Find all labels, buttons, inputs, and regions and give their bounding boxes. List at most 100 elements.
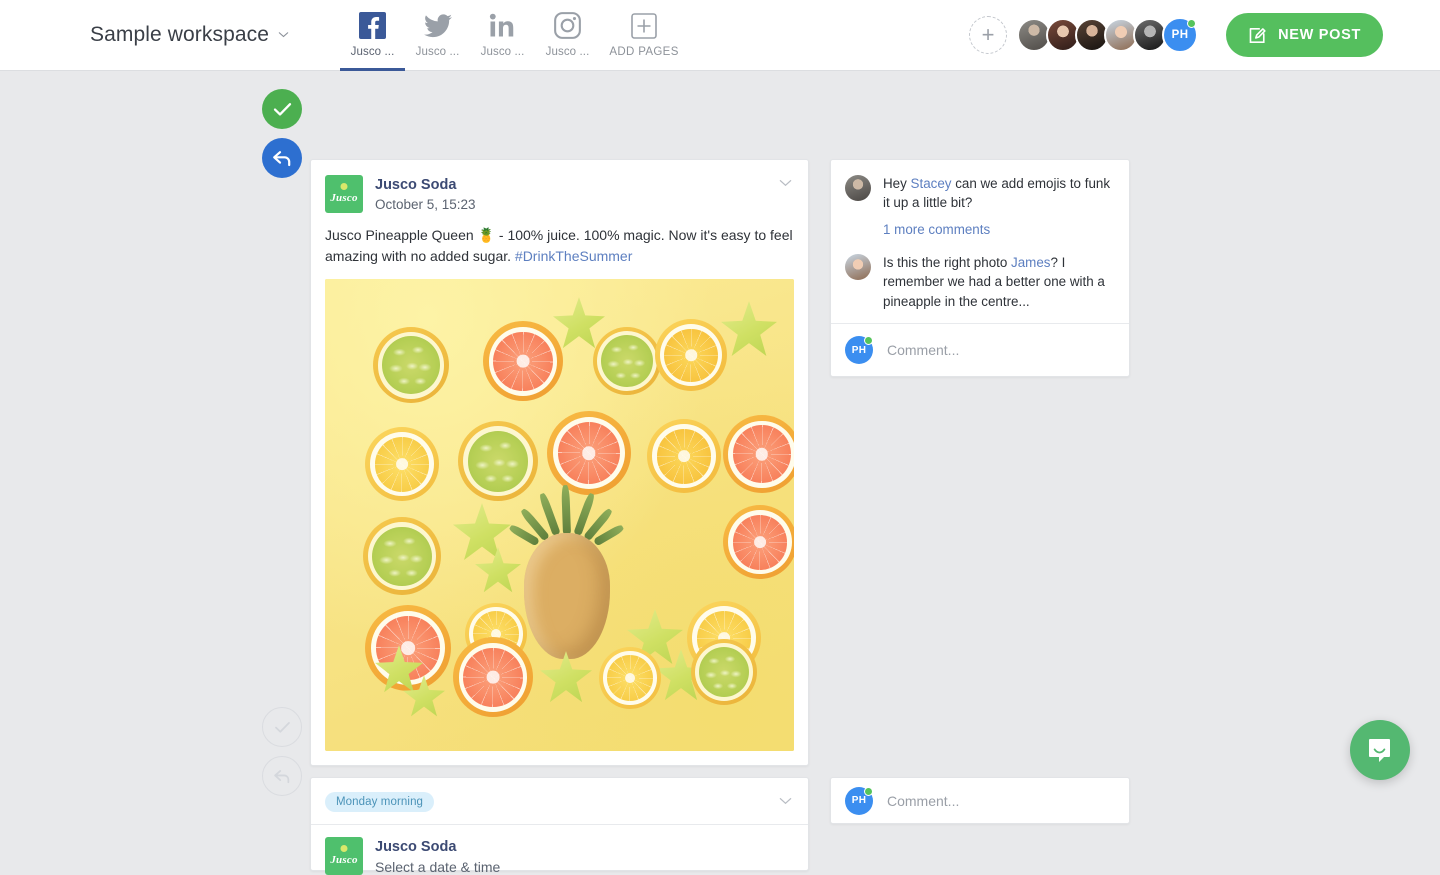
page-tab-label: ADD PAGES bbox=[609, 45, 679, 58]
page-tab-label: Jusco ... bbox=[350, 45, 395, 58]
workspace-switcher[interactable]: Sample workspace bbox=[90, 23, 289, 47]
brand-logo-text: Jusco bbox=[330, 854, 358, 866]
post-text: Jusco Pineapple Queen 🍍 - 100% juice. 10… bbox=[311, 213, 808, 279]
fruit-orange-slice bbox=[647, 419, 721, 494]
top-bar: Sample workspace Jusco ... Jusco ... Jus… bbox=[0, 0, 1440, 71]
chevron-down-icon bbox=[779, 179, 792, 187]
post-header: Jusco Jusco Soda October 5, 15:23 bbox=[311, 160, 808, 213]
avatar-initials: PH bbox=[851, 795, 867, 806]
draft-comment-composer[interactable]: PH Comment... bbox=[830, 777, 1130, 824]
online-status-dot bbox=[864, 786, 873, 796]
fruit-grapefruit-slice bbox=[483, 321, 563, 402]
instagram-icon bbox=[554, 11, 581, 41]
header-right: + PH NEW POST bbox=[969, 13, 1383, 57]
comment-input[interactable]: Comment... bbox=[887, 342, 959, 358]
comment-mention[interactable]: James bbox=[1011, 255, 1050, 270]
fruit-lemon-slice bbox=[599, 647, 661, 710]
page-tab-linkedin[interactable]: Jusco ... bbox=[470, 0, 535, 71]
content-board: Jusco Jusco Soda October 5, 15:23 Jusco … bbox=[0, 71, 1440, 875]
avatar-initials: PH bbox=[851, 344, 867, 356]
post-meta: Jusco Soda October 5, 15:23 bbox=[375, 175, 476, 212]
page-tab-facebook[interactable]: Jusco ... bbox=[340, 0, 406, 71]
pineapple-body bbox=[524, 533, 610, 660]
approve-button-disabled[interactable] bbox=[262, 707, 302, 747]
new-post-label: NEW POST bbox=[1278, 27, 1361, 43]
workspace-name: Sample workspace bbox=[90, 23, 270, 46]
compose-icon bbox=[1249, 27, 1266, 43]
draft-header: Jusco Jusco Soda Select a date & time bbox=[311, 825, 808, 875]
fruit-pineapple bbox=[508, 485, 625, 660]
reply-icon bbox=[274, 769, 290, 783]
support-chat-launcher[interactable] bbox=[1350, 720, 1410, 780]
draft-author-name: Jusco Soda bbox=[375, 839, 457, 855]
fruit-grapefruit-slice bbox=[547, 411, 631, 496]
fruit-lemon-slice bbox=[365, 427, 439, 502]
approve-button[interactable] bbox=[262, 89, 302, 129]
logo-dot-icon bbox=[340, 183, 348, 190]
more-comments-link[interactable]: 1 more comments bbox=[883, 222, 1129, 237]
page-tab-label: Jusco ... bbox=[480, 45, 525, 58]
post-menu-button[interactable] bbox=[779, 176, 792, 190]
fruit-grapefruit-slice bbox=[723, 415, 794, 494]
linkedin-icon bbox=[489, 11, 516, 41]
comment-composer[interactable]: PH Comment... bbox=[831, 323, 1129, 376]
post-hashtag[interactable]: #DrinkTheSummer bbox=[515, 248, 632, 264]
fruit-lemon-slice bbox=[363, 517, 441, 596]
draft-card: Monday morning Jusco Jusco Soda Select a… bbox=[310, 777, 809, 875]
comment-item: Is this the right photo James? I remembe… bbox=[831, 239, 1129, 311]
page-tab-instagram[interactable]: Jusco ... bbox=[535, 0, 600, 71]
twitter-icon bbox=[423, 11, 452, 41]
reply-button-disabled[interactable] bbox=[262, 756, 302, 796]
composer-avatar: PH bbox=[845, 336, 873, 365]
fruit-orange-slice bbox=[655, 319, 727, 392]
online-status-dot bbox=[864, 336, 873, 346]
online-status-dot bbox=[1187, 19, 1197, 28]
chat-bubble-icon bbox=[1369, 739, 1390, 762]
fruit-lemon-slice bbox=[691, 639, 757, 706]
avatar-initials: PH bbox=[1171, 29, 1189, 41]
comment-text-pre: Is this the right photo bbox=[883, 254, 1012, 270]
schedule-badge[interactable]: Monday morning bbox=[325, 792, 435, 812]
page-tab-twitter[interactable]: Jusco ... bbox=[405, 0, 470, 71]
page-tab-label: Jusco ... bbox=[545, 45, 590, 58]
brand-logo: Jusco bbox=[325, 175, 363, 213]
post-author-name: Jusco Soda bbox=[375, 177, 457, 193]
fruit-lemon-slice bbox=[373, 327, 449, 404]
comment-text: Is this the right photo James? I remembe… bbox=[883, 253, 1115, 311]
post-card: Jusco Jusco Soda October 5, 15:23 Jusco … bbox=[310, 159, 809, 767]
fruit-grapefruit-slice bbox=[453, 637, 533, 718]
comment-text: Hey Stacey can we add emojis to funk it … bbox=[883, 174, 1115, 213]
reply-icon bbox=[273, 150, 291, 166]
post-image[interactable] bbox=[325, 279, 794, 752]
post-date: October 5, 15:23 bbox=[375, 197, 476, 213]
facebook-icon bbox=[359, 11, 387, 41]
new-post-button[interactable]: NEW POST bbox=[1226, 13, 1383, 57]
logo-dot-icon bbox=[340, 845, 348, 852]
fruit-grapefruit-slice bbox=[723, 505, 794, 580]
draft-menu-button[interactable] bbox=[779, 794, 792, 808]
add-pages-button[interactable]: ADD PAGES bbox=[600, 0, 688, 71]
comment-mention[interactable]: Stacey bbox=[911, 176, 952, 191]
pineapple-emoji-icon: 🍍 bbox=[477, 227, 495, 243]
post-text-pre: Jusco Pineapple Queen bbox=[325, 227, 478, 243]
check-icon bbox=[273, 102, 291, 116]
comment-text-pre: Hey bbox=[883, 176, 911, 191]
add-member-button[interactable]: + bbox=[969, 16, 1008, 54]
reply-button[interactable] bbox=[262, 138, 302, 178]
avatar-current-user[interactable]: PH bbox=[1162, 17, 1199, 53]
chevron-down-icon bbox=[278, 30, 289, 41]
page-tab-label: Jusco ... bbox=[415, 45, 460, 58]
brand-logo-text: Jusco bbox=[330, 192, 358, 204]
chevron-down-icon bbox=[779, 797, 792, 805]
comment-input[interactable]: Comment... bbox=[887, 793, 959, 809]
draft-actions bbox=[262, 707, 308, 805]
draft-date-picker[interactable]: Select a date & time bbox=[375, 859, 500, 875]
brand-logo: Jusco bbox=[325, 837, 363, 875]
comment-avatar[interactable] bbox=[845, 175, 871, 201]
draft-meta: Jusco Soda Select a date & time bbox=[375, 837, 500, 875]
composer-avatar: PH bbox=[845, 786, 873, 815]
member-avatars: PH bbox=[1017, 17, 1199, 53]
comment-avatar[interactable] bbox=[845, 253, 871, 280]
comment-item: Hey Stacey can we add emojis to funk it … bbox=[831, 160, 1129, 213]
plus-square-icon bbox=[631, 11, 657, 41]
